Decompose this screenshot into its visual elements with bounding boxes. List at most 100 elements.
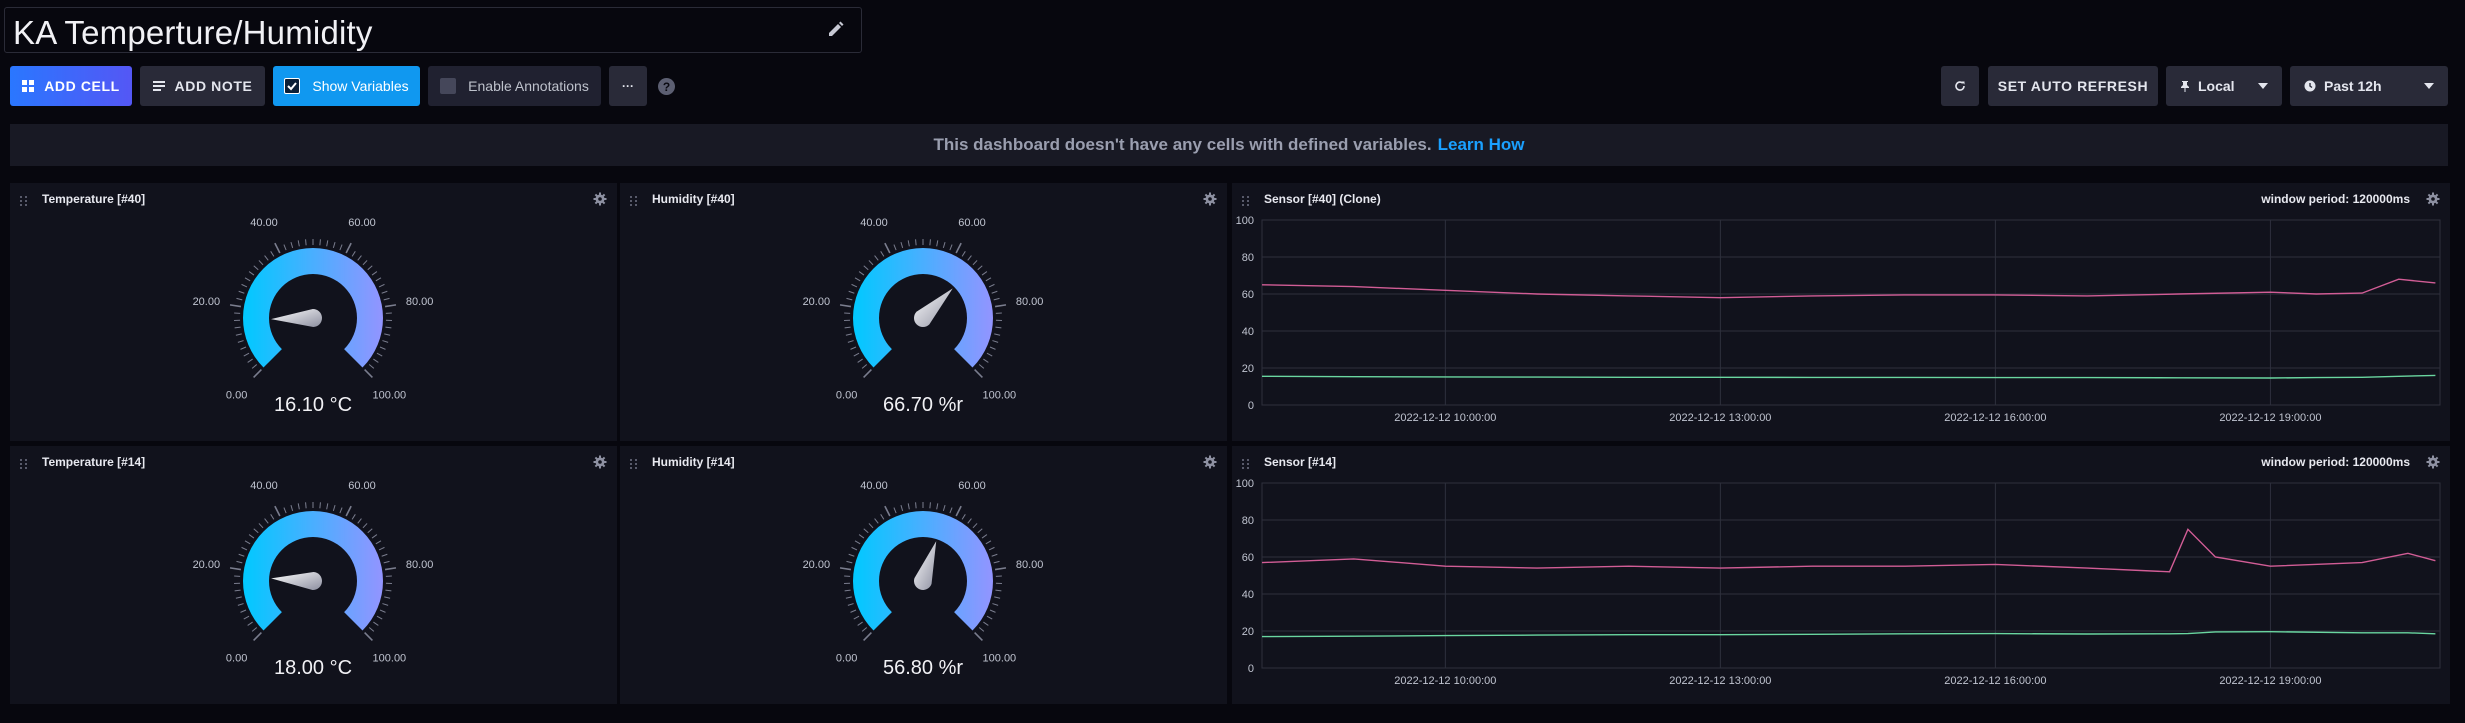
learn-how-link[interactable]: Learn How: [1438, 135, 1525, 155]
gauge-tick-label: 40.00: [250, 217, 278, 229]
gauge-tick-label: 40.00: [860, 480, 888, 492]
line-graph-cell-sensor-40: Sensor [#40] (Clone) window period: 1200…: [1232, 183, 2450, 441]
humidity-gauge: 0.00 20.00 40.00 60.00 80.00 100.00 56.80 %r: [803, 480, 1044, 679]
x-tick-label: 2022-12-12 19:00:00: [2219, 412, 2321, 424]
add-cell-button[interactable]: ADD CELL: [10, 66, 132, 106]
drag-handle-icon[interactable]: [1241, 456, 1251, 469]
gauge-tick-label: 60.00: [958, 217, 986, 229]
gauge-tick-label: 100.00: [983, 652, 1017, 664]
set-auto-refresh-button[interactable]: SET AUTO REFRESH: [1988, 66, 2158, 106]
variables-banner: This dashboard doesn't have any cells wi…: [10, 124, 2448, 166]
gauge-tick-label: 80.00: [406, 559, 434, 571]
gear-icon[interactable]: [2426, 192, 2440, 206]
chevron-down-icon: [2258, 83, 2268, 89]
help-icon[interactable]: ?: [658, 78, 675, 95]
gauge-value: 16.10 °C: [274, 394, 352, 416]
timezone-label: Local: [2198, 78, 2235, 94]
x-tick-label: 2022-12-12 16:00:00: [1944, 412, 2046, 424]
y-tick-label: 80: [1242, 252, 1254, 264]
show-variables-toggle[interactable]: Show Variables: [273, 66, 420, 106]
gauge-cell-humidity-40: Humidity [#40] 0.00 20.00 40.00 60.00 80.00 1…: [620, 183, 1227, 441]
add-note-label: ADD NOTE: [174, 78, 253, 94]
unchecked-box-icon: [440, 78, 457, 94]
more-options-button[interactable]: ···: [609, 66, 647, 106]
series-line: [1261, 278, 2436, 299]
add-cell-label: ADD CELL: [44, 78, 120, 94]
pencil-icon[interactable]: [825, 20, 845, 40]
drag-handle-icon[interactable]: [19, 193, 29, 206]
cell-header[interactable]: Temperature [#14]: [10, 446, 617, 476]
time-range-dropdown[interactable]: Past 12h: [2290, 66, 2448, 106]
cell-title: Humidity [#14]: [652, 455, 735, 469]
gauge-arc: [243, 247, 383, 368]
cell-header[interactable]: Humidity [#14]: [620, 446, 1227, 476]
gear-icon[interactable]: [593, 192, 607, 206]
note-lines-icon: [152, 80, 165, 92]
humidity-gauge: 0.00 20.00 40.00 60.00 80.00 100.00 66.70 %r: [803, 217, 1044, 416]
y-tick-label: 0: [1248, 663, 1254, 675]
gauge-tick-label: 80.00: [406, 296, 434, 308]
gauge-tick-label: 60.00: [958, 480, 986, 492]
gauge-cell-temperature-40: Temperature [#40] 0.00 20.00 40.00 60.00 80.…: [10, 183, 617, 441]
gauge-tick-label: 80.00: [1016, 296, 1044, 308]
gauge-tick-label: 0.00: [226, 389, 247, 401]
gauge-needle: [271, 308, 323, 327]
more-label: ···: [622, 79, 634, 93]
show-variables-label: Show Variables: [312, 78, 409, 94]
temperature-gauge: 0.00 20.00 40.00 60.00 80.00 100.00 16.10 °C: [193, 217, 434, 416]
series-line: [1261, 630, 2436, 638]
dashboard-title-field[interactable]: KA Temperture/Humidity: [4, 7, 862, 53]
x-tick-label: 2022-12-12 13:00:00: [1669, 412, 1771, 424]
drag-handle-icon[interactable]: [1241, 193, 1251, 206]
gauge-tick-label: 80.00: [1016, 559, 1044, 571]
enable-annotations-toggle[interactable]: Enable Annotations: [428, 66, 601, 106]
cell-header[interactable]: Sensor [#14] window period: 120000ms: [1232, 446, 2450, 476]
window-period: window period: 120000ms: [2261, 455, 2410, 469]
sensor-line-chart[interactable]: 0 20 40 60 80 100 2022-12-12 10:00:00 2022-12-1…: [1232, 213, 2450, 441]
gauge-tick-label: 0.00: [836, 652, 857, 664]
y-tick-label: 60: [1242, 289, 1254, 301]
y-tick-label: 20: [1242, 363, 1254, 375]
gear-icon[interactable]: [1203, 455, 1217, 469]
x-tick-label: 2022-12-12 16:00:00: [1944, 675, 2046, 687]
cell-title: Sensor [#40] (Clone): [1264, 192, 1381, 206]
drag-handle-icon[interactable]: [19, 456, 29, 469]
gauge-tick-label: 0.00: [836, 389, 857, 401]
line-graph-cell-sensor-14: Sensor [#14] window period: 120000ms 0 20…: [1232, 446, 2450, 704]
y-tick-label: 60: [1242, 552, 1254, 564]
drag-handle-icon[interactable]: [629, 456, 639, 469]
refresh-button[interactable]: [1941, 66, 1979, 106]
gauge-tick-label: 60.00: [348, 217, 376, 229]
checkmark-icon: [284, 78, 301, 94]
enable-annotations-label: Enable Annotations: [468, 78, 589, 94]
y-tick-label: 40: [1242, 326, 1254, 338]
time-range-label: Past 12h: [2324, 78, 2382, 94]
drag-handle-icon[interactable]: [629, 193, 639, 206]
gauge-cell-humidity-14: Humidity [#14] 0.00 20.00 40.00 60.00 80.00 1…: [620, 446, 1227, 704]
gauge-tick-label: 100.00: [373, 389, 407, 401]
gauge-needle: [913, 288, 953, 328]
timezone-dropdown[interactable]: Local: [2166, 66, 2282, 106]
y-tick-label: 20: [1242, 626, 1254, 638]
gauge-value: 56.80 %r: [883, 657, 963, 679]
cell-header[interactable]: Sensor [#40] (Clone) window period: 1200…: [1232, 183, 2450, 213]
sensor-line-chart[interactable]: 0 20 40 60 80 100 2022-12-12 10:00:00 2022-12-1…: [1232, 476, 2450, 704]
gauge-tick-label: 100.00: [983, 389, 1017, 401]
gauge-tick-label: 20.00: [803, 296, 831, 308]
gauge-tick-label: 100.00: [373, 652, 407, 664]
cell-header[interactable]: Temperature [#40]: [10, 183, 617, 213]
gauge-tick-label: 0.00: [226, 652, 247, 664]
y-tick-label: 40: [1242, 589, 1254, 601]
gear-icon[interactable]: [2426, 455, 2440, 469]
x-tick-label: 2022-12-12 10:00:00: [1394, 675, 1496, 687]
cell-title: Temperature [#14]: [42, 455, 146, 469]
dashboard-page: KA Temperture/Humidity ADD CELL ADD NOTE…: [0, 0, 2465, 723]
y-tick-label: 0: [1248, 400, 1254, 412]
gear-icon[interactable]: [1203, 192, 1217, 206]
y-tick-label: 100: [1236, 478, 1254, 490]
series-line: [1261, 528, 2436, 573]
gear-icon[interactable]: [593, 455, 607, 469]
add-note-button[interactable]: ADD NOTE: [140, 66, 265, 106]
cell-header[interactable]: Humidity [#40]: [620, 183, 1227, 213]
x-tick-label: 2022-12-12 10:00:00: [1394, 412, 1496, 424]
